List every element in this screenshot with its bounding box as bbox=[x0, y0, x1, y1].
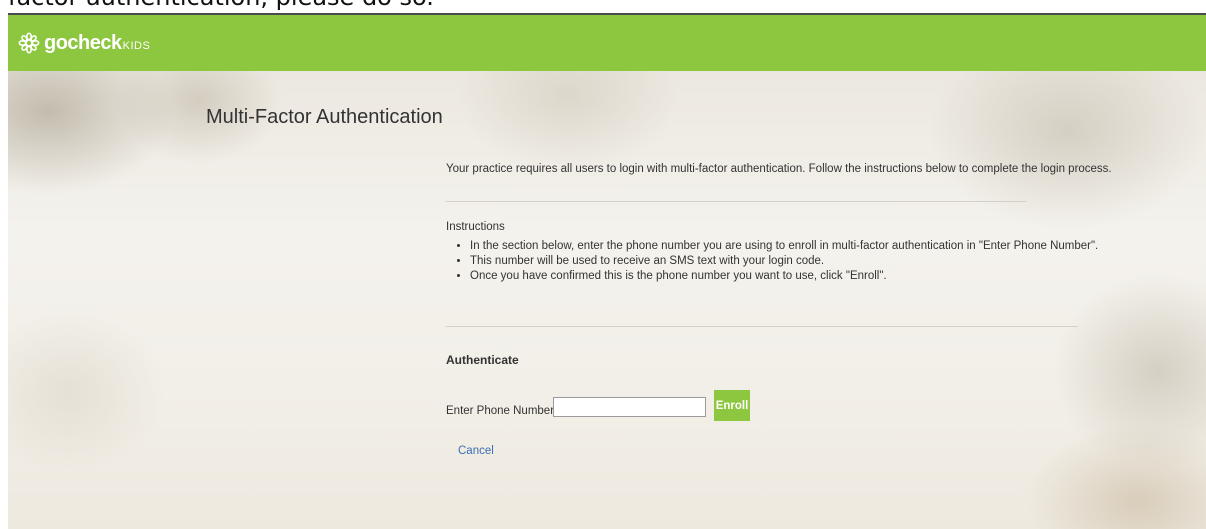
divider bbox=[446, 326, 1078, 327]
intro-text: Your practice requires all users to logi… bbox=[446, 163, 1112, 175]
cancel-link[interactable]: Cancel bbox=[458, 445, 494, 457]
caption-text: factor authentication, please do so. bbox=[8, 0, 434, 11]
logo-wordmark: gocheck bbox=[44, 31, 122, 54]
page-title: Multi-Factor Authentication bbox=[206, 106, 443, 128]
divider bbox=[446, 201, 1026, 202]
phone-number-input[interactable] bbox=[553, 397, 706, 417]
list-item: In the section below, enter the phone nu… bbox=[470, 239, 1098, 254]
logo[interactable]: gocheck KIDS bbox=[18, 30, 150, 56]
app-window: gocheck KIDS Multi-Factor Authentication… bbox=[8, 13, 1206, 529]
phone-number-label: Enter Phone Number bbox=[446, 405, 555, 417]
flower-logo-icon bbox=[18, 32, 40, 54]
main-content: Multi-Factor Authentication Your practic… bbox=[8, 71, 1206, 529]
header-bar: gocheck KIDS bbox=[8, 15, 1206, 71]
instructions-list: In the section below, enter the phone nu… bbox=[446, 239, 1098, 284]
logo-subtext: KIDS bbox=[122, 39, 151, 52]
instructions-heading: Instructions bbox=[446, 221, 505, 233]
list-item: This number will be used to receive an S… bbox=[470, 254, 1098, 269]
list-item: Once you have confirmed this is the phon… bbox=[470, 269, 1098, 284]
enroll-button[interactable]: Enroll bbox=[714, 390, 750, 421]
authenticate-heading: Authenticate bbox=[446, 353, 519, 367]
